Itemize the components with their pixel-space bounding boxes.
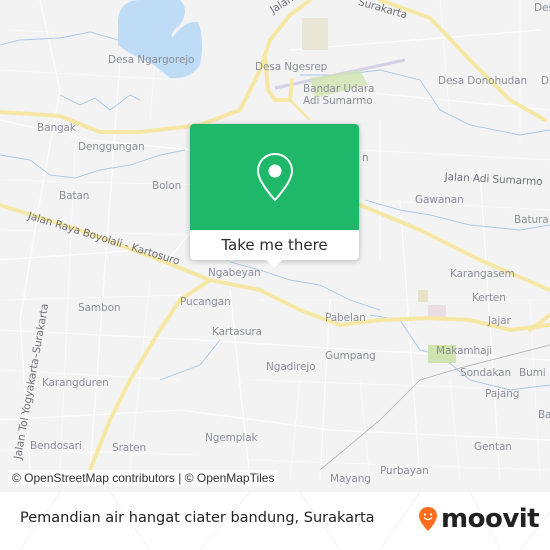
- place-label-gawanan: Gawanan: [415, 194, 464, 206]
- place-label-n: n: [362, 152, 369, 164]
- place-label-bandar-udara: Bandar Udara: [303, 83, 375, 95]
- place-label-pucangan: Pucangan: [180, 296, 231, 308]
- place-label-purbayan: Purbayan: [380, 465, 429, 477]
- place-label-adi-sumarmo: Adi Sumarmo: [303, 95, 373, 107]
- map-attribution[interactable]: © OpenStreetMap contributors | © OpenMap…: [8, 470, 279, 486]
- footer-bar: Pemandian air hangat ciater bandung, Sur…: [0, 492, 550, 550]
- place-label-karangduren: Karangduren: [42, 377, 109, 389]
- place-label-ngadirejo: Ngadirejo: [266, 361, 316, 373]
- place-label-d: D: [541, 75, 549, 87]
- popup-header: [190, 124, 359, 230]
- place-label-gentan: Gentan: [474, 441, 512, 453]
- place-label-denggungan: Denggungan: [78, 141, 145, 153]
- map-view[interactable]: Jalan Tol Surakarta Des Desa Ngargorejo …: [0, 0, 550, 492]
- place-label-ba: Ba: [538, 409, 550, 421]
- place-label-batura: Batura: [514, 214, 549, 226]
- moovit-pin-face-icon: [419, 507, 437, 531]
- place-label-jajar: Jajar: [488, 315, 511, 327]
- place-label-kartasura: Kartasura: [212, 326, 262, 338]
- place-label-desa-ngesrep: Desa Ngesrep: [255, 61, 328, 73]
- place-label-gumpang: Gumpang: [325, 350, 376, 362]
- place-label-desa-donohudan: Desa Donohudan: [438, 75, 528, 87]
- lake: [118, 0, 203, 79]
- location-popup: Take me there: [190, 124, 359, 268]
- place-label-pabelan: Pabelan: [325, 312, 366, 324]
- place-label-sambon: Sambon: [78, 302, 121, 314]
- map-pin-icon: [256, 152, 294, 202]
- take-me-there-button[interactable]: Take me there: [190, 230, 359, 260]
- place-label-mayang: Mayang: [330, 473, 371, 485]
- place-label-ngemplak: Ngemplak: [205, 432, 258, 444]
- moovit-logo[interactable]: moovit: [418, 504, 540, 534]
- place-label-batan: Batan: [59, 190, 90, 202]
- place-label-desa-right: Des: [534, 2, 550, 14]
- place-label-desa-ngargorejo: Desa Ngargorejo: [108, 54, 195, 66]
- place-label-karangasem: Karangasem: [450, 268, 515, 280]
- place-label-bendosari: Bendosari: [30, 440, 82, 452]
- place-label-ngabeyan: Ngabeyan: [208, 267, 261, 279]
- place-label-bolon: Bolon: [152, 180, 182, 192]
- place-label-bumi: Bumi: [519, 367, 546, 379]
- place-label-kerten: Kerten: [472, 292, 506, 304]
- place-label-makamhaji: Makamhaji: [436, 345, 493, 357]
- location-title: Pemandian air hangat ciater bandung, Sur…: [20, 510, 375, 526]
- popup-pointer: [265, 259, 283, 268]
- place-label-bangak: Bangak: [37, 122, 76, 134]
- place-label-sondakan: Sondakan: [460, 367, 512, 379]
- place-label-sraten: Sraten: [112, 442, 147, 454]
- moovit-wordmark: moovit: [441, 504, 540, 534]
- place-label-pajang: Pajang: [485, 388, 520, 400]
